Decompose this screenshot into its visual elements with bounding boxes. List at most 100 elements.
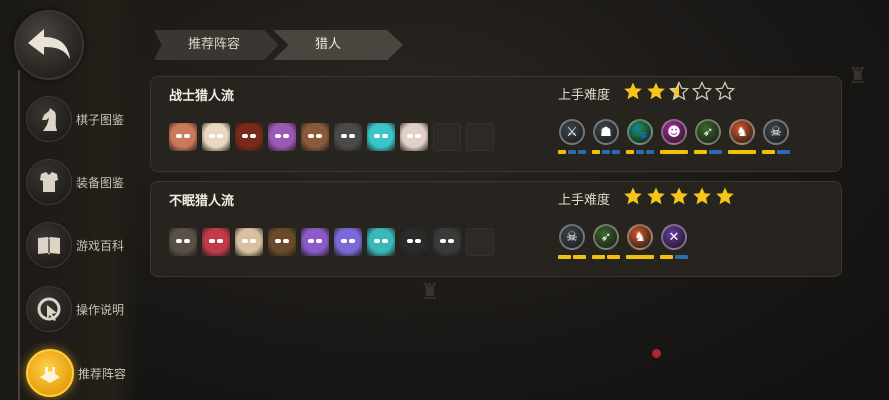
sidebar-item-book[interactable]: 游戏百科	[26, 222, 124, 268]
star-filled-icon	[624, 187, 642, 205]
hero-eye	[242, 134, 248, 138]
hero-portrait[interactable]	[334, 123, 362, 151]
breadcrumb-recommended[interactable]: 推荐阵容	[154, 30, 279, 60]
chess-knight-icon	[42, 108, 57, 131]
hero-eye	[275, 239, 281, 243]
synergy-level-segment	[675, 255, 688, 259]
formation-icon	[40, 367, 60, 383]
star-filled-icon	[647, 82, 665, 100]
hero-slot-empty	[433, 123, 461, 151]
synergy-level-segment	[636, 150, 644, 154]
synergy-level-segment	[777, 150, 790, 154]
fox-icon: ♞	[627, 224, 653, 250]
synergy-level-segment	[646, 150, 654, 154]
hero-portrait[interactable]	[235, 228, 263, 256]
hero-eye	[415, 239, 421, 243]
hero-eye	[308, 134, 314, 138]
hero-portrait[interactable]	[334, 228, 362, 256]
synergy-level-segment	[592, 255, 605, 259]
synergy-list: ⚔ ☗ 🐾 ☻ ➶ ♞ ☠	[558, 119, 790, 154]
hero-portrait[interactable]	[367, 228, 395, 256]
synergy-level-segment	[660, 150, 688, 154]
synergy-level-segment	[762, 150, 775, 154]
hero-portrait[interactable]	[301, 228, 329, 256]
fishbone-icon: ✕	[661, 224, 687, 250]
synergy-level-bar	[626, 255, 654, 259]
sidebar-item-cursor[interactable]: 操作说明	[26, 286, 124, 332]
bow-icon: ➶	[695, 119, 721, 145]
hero-eye	[374, 239, 380, 243]
sidebar-item-circle	[26, 159, 72, 205]
star-filled-icon	[624, 82, 642, 100]
synergy-level-segment	[607, 255, 620, 259]
synergy-item[interactable]: ☠	[558, 224, 586, 259]
synergy-level-segment	[568, 150, 576, 154]
synergy-item[interactable]: ➶	[694, 119, 722, 154]
sidebar-item-label: 推荐阵容	[78, 366, 127, 381]
synergy-item[interactable]: ☗	[592, 119, 620, 154]
hero-eye	[283, 134, 289, 138]
hero-portrait[interactable]	[433, 228, 461, 256]
hero-portrait[interactable]	[367, 123, 395, 151]
hero-portrait[interactable]	[202, 228, 230, 256]
hero-eye	[176, 134, 182, 138]
synergy-level-segment	[694, 150, 707, 154]
hero-eye	[308, 239, 314, 243]
synergy-item[interactable]: ➶	[592, 224, 620, 259]
synergy-level-bar	[762, 150, 790, 154]
hero-portrait[interactable]	[169, 123, 197, 151]
hero-eye	[275, 134, 281, 138]
hero-portrait[interactable]	[400, 228, 428, 256]
star-empty-icon	[715, 81, 735, 101]
sidebar-item-armor[interactable]: 装备图鉴	[26, 159, 124, 205]
hero-eye	[341, 239, 347, 243]
star-filled-icon	[693, 187, 711, 205]
synergy-item[interactable]: 🐾	[626, 119, 654, 154]
difficulty-stars	[623, 81, 735, 101]
synergy-item[interactable]: ⚔	[558, 119, 586, 154]
hero-portrait[interactable]	[202, 123, 230, 151]
difficulty-stars	[623, 186, 735, 206]
hero-eye	[217, 134, 223, 138]
lineup-card[interactable]: 战士猎人流 上手难度 ⚔ ☗ 🐾 ☻ ➶ ♞ ☠	[150, 76, 842, 172]
axe-icon: ⚔	[559, 119, 585, 145]
synergy-item[interactable]: ✕	[660, 224, 688, 259]
hero-eye	[316, 239, 322, 243]
back-button[interactable]	[14, 10, 84, 80]
synergy-item[interactable]: ☠	[762, 119, 790, 154]
lineup-title: 战士猎人流	[169, 89, 235, 104]
hero-eye	[209, 134, 215, 138]
sidebar-item-formation[interactable]: 推荐阵容	[26, 349, 126, 397]
lineup-card[interactable]: 不眠猎人流 上手难度 ☠ ➶ ♞ ✕	[150, 181, 842, 277]
hero-portrait[interactable]	[400, 123, 428, 151]
star-empty-icon	[692, 81, 712, 101]
synergy-level-segment	[558, 150, 566, 154]
hero-eye	[374, 134, 380, 138]
hero-eye	[382, 239, 388, 243]
hero-list	[169, 228, 494, 256]
synergy-level-bar	[626, 150, 654, 154]
hero-portrait[interactable]	[268, 228, 296, 256]
synergy-item[interactable]: ☻	[660, 119, 688, 154]
hero-eye	[184, 134, 190, 138]
synergy-item[interactable]: ♞	[626, 224, 654, 259]
breadcrumb: 推荐阵容 猎人	[154, 30, 403, 60]
sidebar-item-label: 操作说明	[76, 302, 125, 317]
synergy-level-bar	[694, 150, 722, 154]
synergy-level-segment	[578, 150, 586, 154]
sidebar-rail	[18, 70, 20, 400]
synergy-item[interactable]: ♞	[728, 119, 756, 154]
hero-portrait[interactable]	[268, 123, 296, 151]
hero-portrait[interactable]	[169, 228, 197, 256]
hero-portrait[interactable]	[301, 123, 329, 151]
hero-list	[169, 123, 494, 151]
hero-eye	[440, 239, 446, 243]
sidebar-item-chess-knight[interactable]: 棋子图鉴	[26, 96, 124, 142]
hero-eye	[250, 134, 256, 138]
difficulty-label: 上手难度	[558, 88, 611, 103]
hero-portrait[interactable]	[235, 123, 263, 151]
chess-decor-icon: ♜	[848, 64, 868, 89]
breadcrumb-hunter[interactable]: 猎人	[273, 30, 403, 60]
sidebar-item-label: 棋子图鉴	[76, 112, 125, 127]
hero-eye	[407, 134, 413, 138]
